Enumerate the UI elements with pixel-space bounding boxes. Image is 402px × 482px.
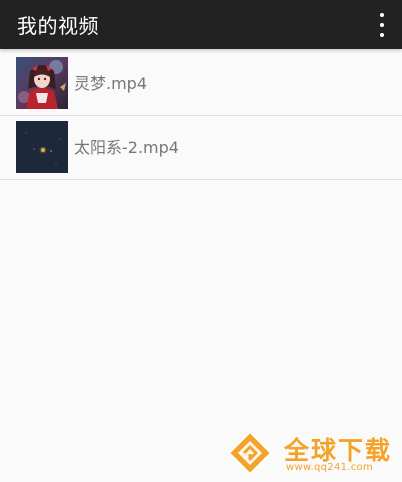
video-item-solar-system[interactable]: 太阳系-2.mp4 xyxy=(0,116,402,180)
more-vert-icon[interactable] xyxy=(376,13,388,37)
watermark-title: 全球下载 xyxy=(284,436,393,465)
video-name: 灵梦.mp4 xyxy=(74,74,148,93)
overflow-dot xyxy=(380,33,384,37)
overflow-dot xyxy=(380,23,384,27)
video-thumbnail-space xyxy=(16,121,68,173)
video-name: 太阳系-2.mp4 xyxy=(74,138,179,157)
page-title: 我的视频 xyxy=(17,14,99,38)
video-list: 灵梦.mp4 太阳系-2.mp4 xyxy=(0,52,402,180)
overflow-dot xyxy=(380,13,384,17)
app-bar: 我的视频 xyxy=(0,0,402,49)
watermark-logo-icon xyxy=(227,430,273,476)
site-watermark: 全球下载 www.qq241.com xyxy=(224,428,400,478)
video-thumbnail-anime xyxy=(16,57,68,109)
video-item-lingmeng[interactable]: 灵梦.mp4 xyxy=(0,52,402,116)
watermark-url: www.qq241.com xyxy=(286,462,374,473)
app-screen: 我的视频 灵梦.mp4 太阳系-2.mp4 全球下载 www.qq241.com xyxy=(0,0,402,482)
